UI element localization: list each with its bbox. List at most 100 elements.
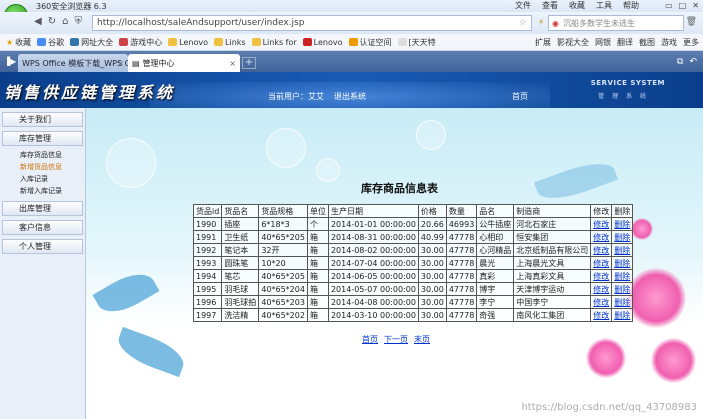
table-cell: 上海真彩文具 <box>513 269 592 283</box>
menu-inventory[interactable]: 库存管理 <box>2 131 83 146</box>
column-header: 价格 <box>417 204 447 218</box>
decor-leaf <box>92 265 160 321</box>
restore-icon[interactable]: ⧉ <box>677 57 683 67</box>
tab-label: WPS Office 模板下载_WPS O <box>22 58 128 68</box>
table-cell: 箱 <box>306 295 329 309</box>
decor-flower <box>586 338 626 378</box>
next-page-link[interactable]: 下一页 <box>384 334 408 345</box>
edit-link[interactable]: 修改 <box>590 230 613 244</box>
menu-file[interactable]: 文件 <box>515 0 531 12</box>
home-link[interactable]: 首页 <box>512 91 528 102</box>
bookmark-label: Lenovo <box>313 37 343 47</box>
table-cell: 47778 <box>445 282 478 296</box>
bookmark-daily[interactable]: [天天特 <box>397 37 436 48</box>
delete-link[interactable]: 删除 <box>611 295 634 309</box>
edit-link[interactable]: 修改 <box>590 308 613 322</box>
menu-customer[interactable]: 客户信息 <box>2 220 83 235</box>
table-cell: 1990 <box>192 217 223 231</box>
refresh-icon[interactable]: ↻ <box>48 16 56 27</box>
bookmark-lenovo[interactable]: Lenovo <box>168 38 208 47</box>
toolbar-right: 扩展 影视大全 网银 翻译 截图 游戏 更多 <box>535 34 699 51</box>
menu-personal[interactable]: 个人管理 <box>2 239 83 254</box>
lightning-icon[interactable]: ⚡ <box>538 18 544 28</box>
close-tab-icon[interactable]: × <box>229 59 236 68</box>
toolbar-video[interactable]: 影视大全 <box>557 37 589 48</box>
menu-add-stock-in[interactable]: 新增入库记录 <box>0 185 85 197</box>
menu-inventory-list[interactable]: 库存货品信息 <box>0 149 85 161</box>
sidebar-toggle-icon[interactable]: ▐▶ <box>4 57 16 66</box>
trash-icon[interactable]: 🗑 <box>686 17 697 27</box>
bookmark-lenovo-2[interactable]: Lenovo <box>302 37 343 47</box>
last-page-link[interactable]: 末页 <box>414 334 430 345</box>
home-icon[interactable]: ⌂ <box>62 16 68 27</box>
bookmark-links-for[interactable]: Links for <box>251 38 297 47</box>
table-cell: 2014-08-02 00:00:00 <box>327 243 419 257</box>
undo-icon[interactable]: ↶ <box>689 57 697 67</box>
browser-menu: 文件 查看 收藏 工具 帮助 <box>515 0 639 12</box>
table-cell: 6*18*3 <box>258 217 308 231</box>
table-cell: 2014-06-05 00:00:00 <box>327 269 419 283</box>
bookmark-label: Lenovo <box>179 37 209 47</box>
menu-about[interactable]: 关于我们 <box>2 112 83 127</box>
folder-icon <box>214 38 224 46</box>
delete-link[interactable]: 删除 <box>611 308 634 322</box>
bookmark-favorites[interactable]: ★ 收藏 <box>6 37 31 48</box>
bookmark-links[interactable]: Links <box>214 38 246 47</box>
delete-link[interactable]: 删除 <box>611 282 634 296</box>
table-cell: 心河精品 <box>476 243 515 257</box>
table-cell: 47778 <box>445 230 478 244</box>
toolbar-screenshot[interactable]: 截图 <box>639 37 655 48</box>
edit-link[interactable]: 修改 <box>590 269 613 283</box>
menu-add-item[interactable]: 新增货品信息 <box>0 161 85 173</box>
menu-stock-in-records[interactable]: 入库记录 <box>0 173 85 185</box>
edit-link[interactable]: 修改 <box>590 282 613 296</box>
menu-help[interactable]: 帮助 <box>623 0 639 12</box>
bookmark-auth[interactable]: 认证空间 <box>348 37 392 48</box>
edit-link[interactable]: 修改 <box>590 243 613 257</box>
menu-outbound[interactable]: 出库管理 <box>2 201 83 216</box>
new-tab-button[interactable]: + <box>242 57 256 69</box>
shield-icon[interactable]: ⛨ <box>74 16 82 27</box>
table-cell: 圆珠笔 <box>221 256 260 270</box>
table-row: 1996 羽毛球拍 40*65*203 箱 2014-04-08 00:00:00 30.… <box>192 295 634 309</box>
maximize-icon[interactable]: □ <box>679 1 687 10</box>
table-cell: 李宁 <box>476 295 515 309</box>
bookmark-sites[interactable]: 网址大全 <box>70 37 113 48</box>
search-input[interactable]: ◉ 沉船多数学生未逃生 <box>548 15 684 31</box>
column-header: 单位 <box>306 204 329 218</box>
column-header: 修改 <box>590 204 613 218</box>
bookmark-google[interactable]: 谷歌 <box>37 37 64 48</box>
first-page-link[interactable]: 首页 <box>362 334 378 345</box>
bookmark-games[interactable]: 游戏中心 <box>119 37 162 48</box>
star-icon[interactable]: ☆ <box>519 18 527 28</box>
tab-admin[interactable]: ▤ 管理中心 × <box>128 54 240 72</box>
toolbar-bank[interactable]: 网银 <box>595 37 611 48</box>
delete-link[interactable]: 删除 <box>611 269 634 283</box>
close-icon[interactable]: ✕ <box>692 1 699 10</box>
edit-link[interactable]: 修改 <box>590 217 613 231</box>
column-header: 货品id <box>192 204 223 218</box>
address-bar[interactable]: http://localhost/saleAndsupport/user/ind… <box>92 15 532 31</box>
toolbar-translate[interactable]: 翻译 <box>617 37 633 48</box>
toolbar-games[interactable]: 游戏 <box>661 37 677 48</box>
close-tab-icon[interactable]: × <box>117 59 124 68</box>
menu-view[interactable]: 查看 <box>542 0 558 12</box>
edit-link[interactable]: 修改 <box>590 295 613 309</box>
user-info: 当前用户：艾艾 退出系统 <box>268 91 366 102</box>
toolbar-more[interactable]: 更多 <box>683 37 699 48</box>
back-icon[interactable]: ◀ <box>34 16 42 27</box>
toolbar-extensions[interactable]: 扩展 <box>535 37 551 48</box>
menu-tools[interactable]: 工具 <box>596 0 612 12</box>
logout-link[interactable]: 退出系统 <box>334 91 366 102</box>
menu-favorites[interactable]: 收藏 <box>569 0 585 12</box>
delete-link[interactable]: 删除 <box>611 217 634 231</box>
table-row: 1991 卫生纸 40*65*205 箱 2014-08-31 00:00:00 40.9… <box>192 230 634 244</box>
delete-link[interactable]: 删除 <box>611 256 634 270</box>
minimize-icon[interactable]: ▭ <box>665 1 673 10</box>
edit-link[interactable]: 修改 <box>590 256 613 270</box>
table-cell: 40*65*202 <box>258 308 308 322</box>
delete-link[interactable]: 删除 <box>611 230 634 244</box>
tab-wps[interactable]: WPS Office 模板下载_WPS O × <box>18 54 128 72</box>
table-cell: 卫生纸 <box>221 230 260 244</box>
delete-link[interactable]: 删除 <box>611 243 634 257</box>
